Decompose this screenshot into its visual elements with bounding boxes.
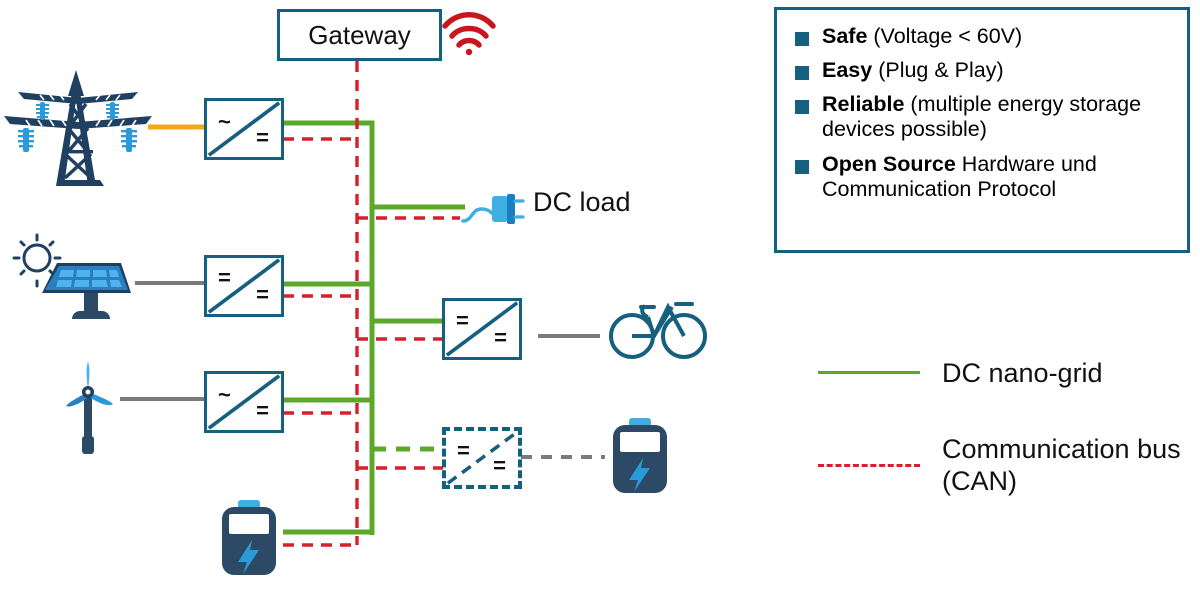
- dc-nano-grid-bus: [283, 120, 465, 535]
- benefit-bold-text: Open Source: [822, 151, 956, 176]
- converter-input-symbol: =: [218, 265, 231, 290]
- solar-panel-icon: [12, 233, 131, 319]
- converter-output-symbol: =: [256, 398, 269, 423]
- converter-input-symbol: ~: [218, 382, 231, 407]
- converter-output-symbol: =: [493, 453, 506, 478]
- legend-label: DC nano-grid: [942, 358, 1103, 388]
- benefit-item-easy: Easy (Plug & Play): [795, 58, 1171, 83]
- gateway-box[interactable]: Gateway: [277, 9, 442, 61]
- benefit-bold-text: Reliable: [822, 92, 905, 117]
- benefits-panel: Safe (Voltage < 60V) Easy (Plug & Play) …: [774, 7, 1190, 253]
- legend-item-dc-nano-grid: DC nano-grid: [818, 358, 1190, 390]
- bicycle-icon: [609, 302, 707, 359]
- benefit-bold-text: Easy: [822, 58, 873, 83]
- diagram-canvas: Gateway ~ = = = ~ = = = = = DC load Safe…: [0, 0, 1200, 590]
- wind-turbine-icon: [66, 362, 113, 454]
- converter-bike-dc-dc[interactable]: = =: [442, 298, 522, 360]
- legend-swatch-solid: [818, 358, 920, 386]
- converter-input-symbol: ~: [218, 109, 231, 134]
- wifi-icon: [442, 12, 496, 56]
- benefit-rest-text: (Voltage < 60V): [867, 24, 1023, 48]
- gateway-label: Gateway: [308, 20, 411, 50]
- battery-icon-optional: [613, 418, 667, 493]
- converter-output-symbol: =: [494, 325, 507, 350]
- line-legend: DC nano-grid Communication bus (CAN): [818, 358, 1190, 542]
- legend-item-communication-bus: Communication bus (CAN): [818, 434, 1190, 498]
- converter-output-symbol: =: [256, 125, 269, 150]
- converter-solar-dc-dc[interactable]: = =: [204, 255, 284, 317]
- benefit-bold-text: Safe: [822, 24, 868, 48]
- dc-load-label: DC load: [533, 187, 631, 217]
- benefit-item-open-source: Open Source Hardware und Communication P…: [795, 152, 1171, 202]
- converter-wind-ac-dc[interactable]: ~ =: [204, 371, 284, 433]
- bullet-square-icon: [795, 159, 809, 174]
- battery-icon: [222, 500, 276, 575]
- power-pylon-icon: [4, 70, 152, 186]
- legend-swatch-dashed: [818, 434, 920, 467]
- bullet-square-icon: [795, 32, 809, 46]
- benefit-rest-text: (Plug & Play): [872, 58, 1004, 83]
- bullet-square-icon: [795, 66, 809, 81]
- converter-input-symbol: =: [456, 308, 469, 333]
- benefit-item-safe: Safe (Voltage < 60V): [795, 24, 1171, 49]
- converter-grid-ac-dc[interactable]: ~ =: [204, 98, 284, 160]
- plug-icon: [461, 194, 525, 224]
- converter-optional-battery-dc-dc[interactable]: = =: [442, 427, 522, 489]
- bullet-square-icon: [795, 100, 809, 115]
- benefit-item-reliable: Reliable (multiple energy storage device…: [795, 92, 1171, 142]
- legend-label: Communication bus (CAN): [942, 433, 1181, 496]
- converter-output-symbol: =: [256, 282, 269, 307]
- converter-input-symbol: =: [457, 438, 470, 463]
